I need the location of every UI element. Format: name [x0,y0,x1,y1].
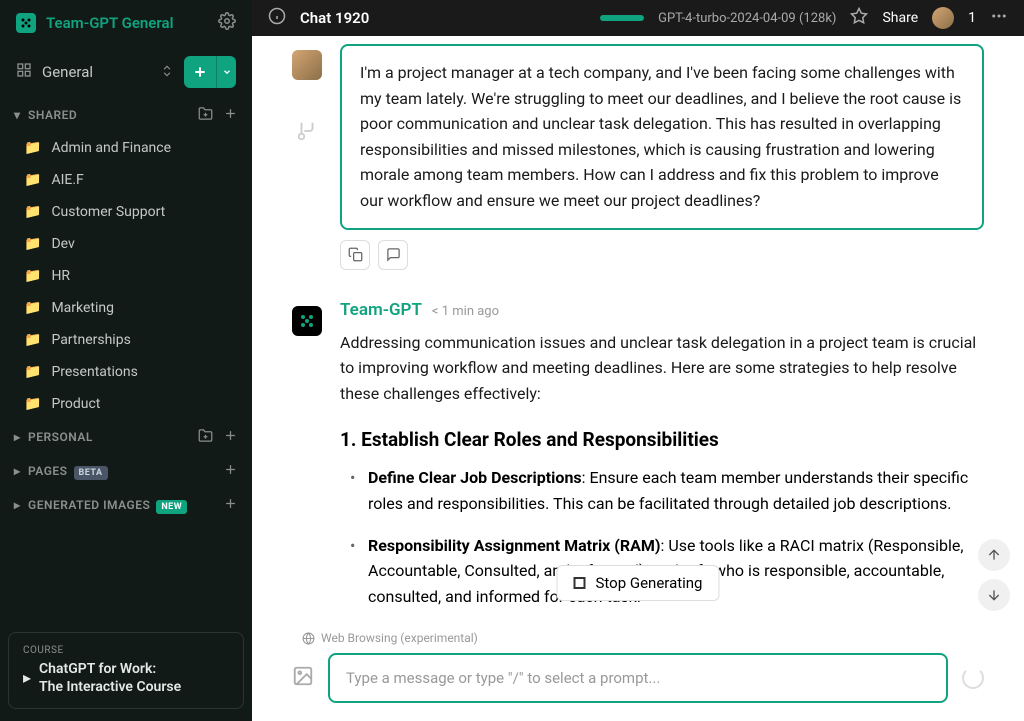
bot-name: Team-GPT [340,300,422,320]
folder-icon: 📁 [24,300,41,316]
bot-message-row: Team-GPT < 1 min ago Addressing communic… [292,300,984,656]
new-chat-dropdown[interactable] [216,56,236,88]
scroll-buttons [978,539,1010,611]
new-badge: NEW [156,500,187,514]
folder-item[interactable]: 📁HR [8,260,252,292]
sidebar-header: Team-GPT General [0,0,252,46]
section-generated-images[interactable]: ▸ GENERATED IMAGESNEW [0,488,252,522]
grid-icon [16,62,32,82]
folder-item[interactable]: 📁Marketing [8,292,252,324]
user-avatar[interactable] [932,7,954,29]
chevron-right-icon: ▸ [14,464,20,478]
folder-item[interactable]: 📁AIE.F [8,164,252,196]
info-icon[interactable] [268,7,286,29]
scroll-down-button[interactable] [978,579,1010,611]
folder-item[interactable]: 📁Presentations [8,356,252,388]
app-logo[interactable] [16,13,36,33]
chevron-updown-icon [160,63,174,82]
folder-item[interactable]: 📁Dev [8,228,252,260]
scroll-up-button[interactable] [978,539,1010,571]
play-icon: ▸ [23,668,31,687]
beta-badge: BETA [74,466,108,480]
folder-icon: 📁 [24,236,41,252]
web-browsing-toggle[interactable]: Web Browsing (experimental) [302,631,984,645]
chevron-right-icon: ▸ [14,498,20,512]
section-personal[interactable]: ▸ PERSONAL [0,420,252,454]
folder-icon: 📁 [24,204,41,220]
bot-avatar [292,306,322,336]
user-message: I'm a project manager at a tech company,… [340,44,984,230]
course-card[interactable]: COURSE ▸ ChatGPT for Work: The Interacti… [8,632,244,709]
comment-button[interactable] [378,240,408,270]
settings-icon[interactable] [218,12,236,34]
folder-item[interactable]: 📁Product [8,388,252,420]
stop-generating-button[interactable]: Stop Generating [557,565,720,601]
folder-icon: 📁 [24,172,41,188]
share-button[interactable]: Share [882,10,918,26]
more-icon[interactable] [990,7,1008,29]
shared-folder-list: 📁Admin and Finance 📁AIE.F 📁Customer Supp… [0,132,252,420]
section-shared[interactable]: ▾ SHARED [0,98,252,132]
add-icon[interactable] [223,428,238,446]
bot-heading: 1. Establish Clear Roles and Responsibil… [340,428,984,451]
user-message-row: I'm a project manager at a tech company,… [292,44,984,270]
fork-icon[interactable] [296,120,318,146]
input-area: Web Browsing (experimental) Type a messa… [252,619,1024,721]
message-input[interactable]: Type a message or type "/" to select a p… [328,653,948,703]
copy-button[interactable] [340,240,370,270]
model-name[interactable]: GPT-4-turbo-2024-04-09 (128k) [658,11,836,26]
stop-icon [574,577,586,589]
folder-item[interactable]: 📁Partnerships [8,324,252,356]
add-icon[interactable] [223,106,238,124]
star-icon[interactable] [850,7,868,29]
folder-item[interactable]: 📁Admin and Finance [8,132,252,164]
folder-icon: 📁 [24,140,41,156]
bot-intro-text: Addressing communication issues and uncl… [340,330,984,407]
folder-icon: 📁 [24,332,41,348]
model-indicator [600,15,644,21]
chevron-down-icon: ▾ [14,108,20,122]
folder-item[interactable]: 📁Customer Support [8,196,252,228]
team-name[interactable]: Team-GPT General [46,14,208,32]
folder-icon: 📁 [24,268,41,284]
new-chat-button[interactable] [184,56,216,88]
main-area: Chat 1920 GPT-4-turbo-2024-04-09 (128k) … [252,0,1024,721]
user-avatar-small [292,50,322,80]
chat-title: Chat 1920 [300,9,586,27]
attach-image-button[interactable] [292,665,314,691]
course-label: COURSE [23,645,229,656]
folder-icon: 📁 [24,364,41,380]
loading-spinner [962,667,984,689]
general-label: General [42,63,150,81]
topbar: Chat 1920 GPT-4-turbo-2024-04-09 (128k) … [252,0,1024,36]
message-actions [340,240,984,270]
add-icon[interactable] [223,462,238,480]
bot-timestamp: < 1 min ago [432,304,499,319]
list-item: Define Clear Job Descriptions: Ensure ea… [368,465,984,516]
section-pages[interactable]: ▸ PAGESBETA [0,454,252,488]
new-folder-icon[interactable] [198,428,213,446]
sidebar: Team-GPT General General ▾ SHARED [0,0,252,721]
add-icon[interactable] [223,496,238,514]
folder-icon: 📁 [24,396,41,412]
new-folder-icon[interactable] [198,106,213,124]
user-count: 1 [968,10,976,26]
general-selector[interactable]: General [0,46,252,98]
chevron-right-icon: ▸ [14,430,20,444]
